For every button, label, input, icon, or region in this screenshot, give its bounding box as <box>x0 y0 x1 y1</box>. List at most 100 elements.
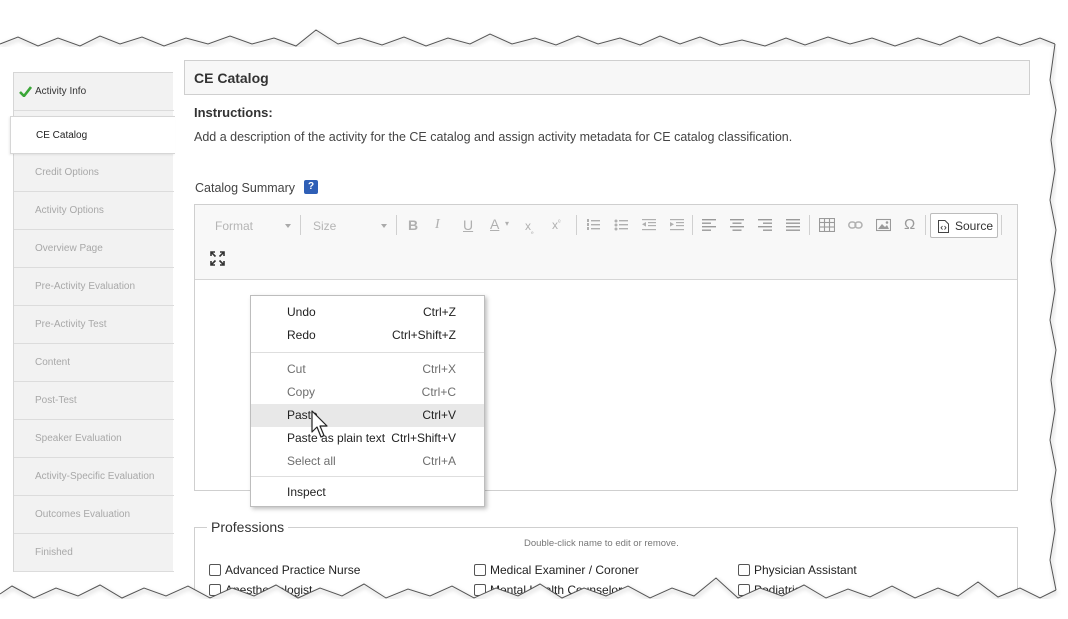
checkbox[interactable] <box>474 564 486 576</box>
superscript-icon[interactable]: xᵉ <box>552 218 561 232</box>
menu-separator <box>251 476 484 477</box>
sidebar-item-activity-options[interactable]: Activity Options <box>14 192 174 230</box>
checkbox[interactable] <box>209 564 221 576</box>
menu-item-label: Undo <box>287 305 316 319</box>
chevron-down-icon: ▾ <box>505 219 510 228</box>
profession-checkbox[interactable]: Medical Examiner / Coroner <box>474 563 639 577</box>
sidebar-item-finished[interactable]: Finished <box>14 534 174 572</box>
format-dropdown[interactable]: Format <box>215 219 291 233</box>
sidebar-item-label: Post-Test <box>35 395 77 406</box>
sidebar-item-post-test[interactable]: Post-Test <box>14 382 174 420</box>
chevron-down-icon <box>381 224 387 228</box>
sidebar-item-ce-catalog[interactable]: CE Catalog <box>10 116 175 154</box>
sidebar-item-label: Finished <box>35 547 73 558</box>
help-icon[interactable]: ? <box>304 180 318 194</box>
catalog-summary-label: Catalog Summary <box>195 181 296 195</box>
toolbar-separator <box>396 215 397 235</box>
align-center-icon[interactable] <box>730 218 744 232</box>
menu-item-shortcut: Ctrl+Shift+Z <box>391 328 456 342</box>
outdent-icon[interactable] <box>642 218 656 232</box>
sidebar-item-pre-activity-test[interactable]: Pre-Activity Test <box>14 306 174 344</box>
sidebar-item-label: Activity-Specific Evaluation <box>35 471 155 482</box>
checkbox[interactable] <box>474 584 486 596</box>
profession-label: Physician Assistant <box>754 563 857 577</box>
indent-icon[interactable] <box>670 218 684 232</box>
page-header: CE Catalog <box>184 60 1030 95</box>
sidebar-item-outcomes-evaluation[interactable]: Outcomes Evaluation <box>14 496 174 534</box>
profession-checkbox[interactable]: Advanced Practice Nurse <box>209 563 360 577</box>
mouse-pointer-icon <box>311 410 328 438</box>
menu-item-paste[interactable]: Paste Ctrl+V <box>251 404 484 427</box>
toolbar-separator <box>925 215 926 235</box>
toolbar-separator <box>576 215 577 235</box>
context-menu: Undo Ctrl+Z Redo Ctrl+Shift+Z Cut Ctrl+X Co… <box>250 295 485 507</box>
professions-title: Professions <box>207 519 289 535</box>
checkbox[interactable] <box>738 564 750 576</box>
menu-item-shortcut: Ctrl+X <box>422 362 456 376</box>
justify-icon[interactable] <box>786 218 800 232</box>
menu-item-copy[interactable]: Copy Ctrl+C <box>251 381 484 404</box>
maximize-icon[interactable] <box>210 251 225 266</box>
source-document-icon <box>938 220 949 233</box>
image-icon[interactable] <box>876 218 891 232</box>
size-dropdown-label: Size <box>313 219 337 233</box>
chevron-down-icon <box>285 224 291 228</box>
sidebar-item-label: Pre-Activity Test <box>35 319 107 330</box>
instructions-label: Instructions: <box>194 105 273 120</box>
source-button[interactable]: Source <box>930 213 998 238</box>
profession-checkbox[interactable]: Physician Assistant <box>738 563 857 577</box>
screenshot: Activity Info CE Catalog Credit Options … <box>0 0 1068 619</box>
bullet-list-icon[interactable] <box>614 218 628 232</box>
sidebar-item-label: Activity Options <box>35 205 104 216</box>
menu-item-undo[interactable]: Undo Ctrl+Z <box>251 301 484 324</box>
checkbox[interactable] <box>209 584 221 596</box>
sidebar-item-label: Speaker Evaluation <box>35 433 122 444</box>
text-color-icon[interactable]: A <box>490 216 499 232</box>
table-icon[interactable] <box>819 218 835 232</box>
align-right-icon[interactable] <box>758 218 772 232</box>
align-left-icon[interactable] <box>702 218 716 232</box>
menu-item-inspect[interactable]: Inspect <box>251 481 484 504</box>
menu-item-shortcut: Ctrl+Z <box>423 305 456 319</box>
sidebar-item-label: CE Catalog <box>36 130 88 141</box>
sidebar-item-label: Overview Page <box>35 243 103 254</box>
sidebar-item-activity-info[interactable]: Activity Info <box>14 73 174 111</box>
sidebar-item-overview-page[interactable]: Overview Page <box>14 230 174 268</box>
menu-item-select-all[interactable]: Select all Ctrl+A <box>251 450 484 473</box>
checkbox[interactable] <box>738 584 750 596</box>
underline-icon[interactable]: U <box>463 217 473 233</box>
bold-icon[interactable]: B <box>408 217 418 233</box>
sidebar-item-content[interactable]: Content <box>14 344 174 382</box>
size-dropdown[interactable]: Size <box>313 219 387 233</box>
special-character-icon[interactable]: Ω <box>904 216 915 233</box>
toolbar-separator <box>809 215 810 235</box>
subscript-icon[interactable]: xₑ <box>525 219 534 235</box>
menu-item-cut[interactable]: Cut Ctrl+X <box>251 358 484 381</box>
menu-item-shortcut: Ctrl+A <box>422 454 456 468</box>
numbered-list-icon[interactable] <box>586 218 600 232</box>
italic-icon[interactable]: I <box>435 217 440 233</box>
sidebar-item-label: Outcomes Evaluation <box>35 509 131 520</box>
sidebar-item-activity-specific-evaluation[interactable]: Activity-Specific Evaluation <box>14 458 174 496</box>
sidebar-item-credit-options[interactable]: Credit Options <box>14 154 174 192</box>
checkmark-icon <box>19 86 32 97</box>
toolbar-separator <box>300 215 301 235</box>
sidebar-item-label: Pre-Activity Evaluation <box>35 281 136 292</box>
link-icon[interactable] <box>848 219 863 231</box>
sidebar-item-speaker-evaluation[interactable]: Speaker Evaluation <box>14 420 174 458</box>
profession-checkbox[interactable]: Podiatrist <box>738 583 804 597</box>
menu-item-paste-plain-text[interactable]: Paste as plain text Ctrl+Shift+V <box>251 427 484 450</box>
profession-label: Medical Examiner / Coroner <box>490 563 639 577</box>
menu-item-redo[interactable]: Redo Ctrl+Shift+Z <box>251 324 484 347</box>
toolbar-separator <box>692 215 693 235</box>
sidebar-item-pre-activity-evaluation[interactable]: Pre-Activity Evaluation <box>14 268 174 306</box>
instructions-text: Add a description of the activity for th… <box>194 130 793 144</box>
professions-hint: Double-click name to edit or remove. <box>524 538 679 549</box>
sidebar-item-label: Activity Info <box>35 86 87 97</box>
profession-checkbox[interactable]: Mental Health Counselor <box>474 583 622 597</box>
sidebar-item-label: Credit Options <box>35 167 99 178</box>
menu-item-label: Select all <box>287 454 336 468</box>
menu-item-shortcut: Ctrl+V <box>422 408 456 422</box>
profession-checkbox[interactable]: Anesthesiologist <box>209 583 312 597</box>
menu-item-shortcut: Ctrl+Shift+V <box>391 431 456 445</box>
